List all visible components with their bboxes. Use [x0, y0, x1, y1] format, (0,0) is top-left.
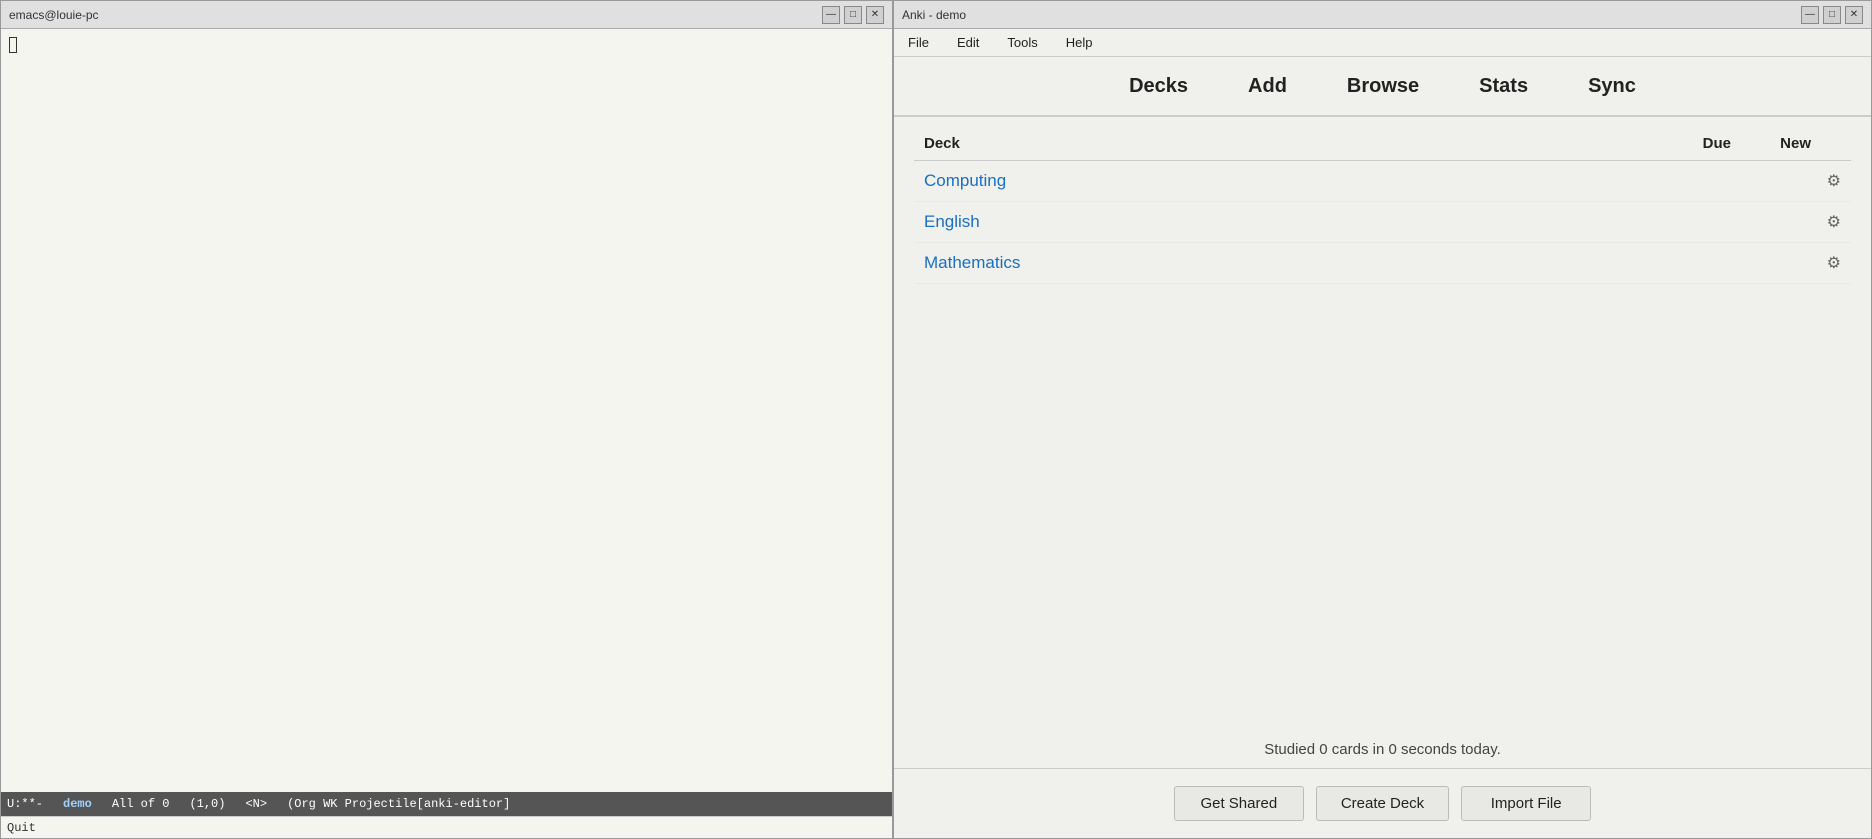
anki-maximize-button[interactable]: □ — [1823, 6, 1841, 24]
deck-name-mathematics[interactable]: Mathematics — [924, 253, 1651, 273]
menu-help[interactable]: Help — [1060, 33, 1099, 52]
deck-name-english[interactable]: English — [924, 212, 1651, 232]
toolbar-add-button[interactable]: Add — [1238, 71, 1297, 102]
emacs-titlebar-buttons: — □ ✕ — [822, 6, 884, 24]
col-header-new: New — [1731, 135, 1811, 152]
table-row: Computing ⚙ — [914, 161, 1851, 202]
create-deck-button[interactable]: Create Deck — [1316, 786, 1449, 821]
import-file-button[interactable]: Import File — [1461, 786, 1591, 821]
anki-toolbar: Decks Add Browse Stats Sync — [894, 57, 1871, 117]
deck-gear-mathematics[interactable]: ⚙ — [1811, 253, 1841, 273]
emacs-status-position: All of 0 — [112, 797, 170, 811]
anki-footer: Get Shared Create Deck Import File — [894, 768, 1871, 838]
studied-text: Studied 0 cards in 0 seconds today. — [914, 741, 1851, 758]
toolbar-decks-button[interactable]: Decks — [1119, 71, 1198, 102]
emacs-window: emacs@louie-pc — □ ✕ U:**- demo All of 0… — [0, 0, 893, 839]
toolbar-sync-button[interactable]: Sync — [1578, 71, 1646, 102]
emacs-minimize-button[interactable]: — — [822, 6, 840, 24]
anki-close-button[interactable]: ✕ — [1845, 6, 1863, 24]
deck-table-header: Deck Due New — [914, 127, 1851, 161]
menu-file[interactable]: File — [902, 33, 935, 52]
emacs-status-extra: <N> — [245, 797, 267, 811]
anki-title: Anki - demo — [902, 8, 966, 22]
col-header-deck: Deck — [924, 135, 1651, 152]
emacs-titlebar: emacs@louie-pc — □ ✕ — [1, 1, 892, 29]
emacs-maximize-button[interactable]: □ — [844, 6, 862, 24]
anki-titlebar-buttons: — □ ✕ — [1801, 6, 1863, 24]
emacs-status-buffer: demo — [63, 797, 92, 811]
anki-titlebar: Anki - demo — □ ✕ — [894, 1, 1871, 29]
anki-window: Anki - demo — □ ✕ File Edit Tools Help D… — [893, 0, 1872, 839]
emacs-content-area — [1, 29, 892, 792]
emacs-close-button[interactable]: ✕ — [866, 6, 884, 24]
deck-list: Computing ⚙ English ⚙ Mathematics ⚙ — [914, 161, 1851, 711]
menu-edit[interactable]: Edit — [951, 33, 985, 52]
anki-menubar: File Edit Tools Help — [894, 29, 1871, 57]
deck-gear-computing[interactable]: ⚙ — [1811, 171, 1841, 191]
menu-tools[interactable]: Tools — [1001, 33, 1043, 52]
col-header-due: Due — [1651, 135, 1731, 152]
emacs-bottombar: Quit — [1, 816, 892, 838]
table-row: English ⚙ — [914, 202, 1851, 243]
table-row: Mathematics ⚙ — [914, 243, 1851, 284]
emacs-status-mode-info: (Org WK Projectile[anki-editor] — [287, 797, 510, 811]
get-shared-button[interactable]: Get Shared — [1174, 786, 1304, 821]
emacs-quit-label: Quit — [7, 821, 36, 835]
emacs-title: emacs@louie-pc — [9, 8, 99, 22]
emacs-status-mode: U:**- — [7, 797, 43, 811]
toolbar-browse-button[interactable]: Browse — [1337, 71, 1429, 102]
anki-minimize-button[interactable]: — — [1801, 6, 1819, 24]
anki-main-area: Deck Due New Computing ⚙ English ⚙ Mathe… — [894, 117, 1871, 768]
emacs-statusbar: U:**- demo All of 0 (1,0) <N> (Org WK Pr… — [1, 792, 892, 816]
deck-name-computing[interactable]: Computing — [924, 171, 1651, 191]
emacs-cursor — [9, 37, 17, 53]
toolbar-stats-button[interactable]: Stats — [1469, 71, 1538, 102]
deck-gear-english[interactable]: ⚙ — [1811, 212, 1841, 232]
emacs-status-cursor: (1,0) — [189, 797, 225, 811]
